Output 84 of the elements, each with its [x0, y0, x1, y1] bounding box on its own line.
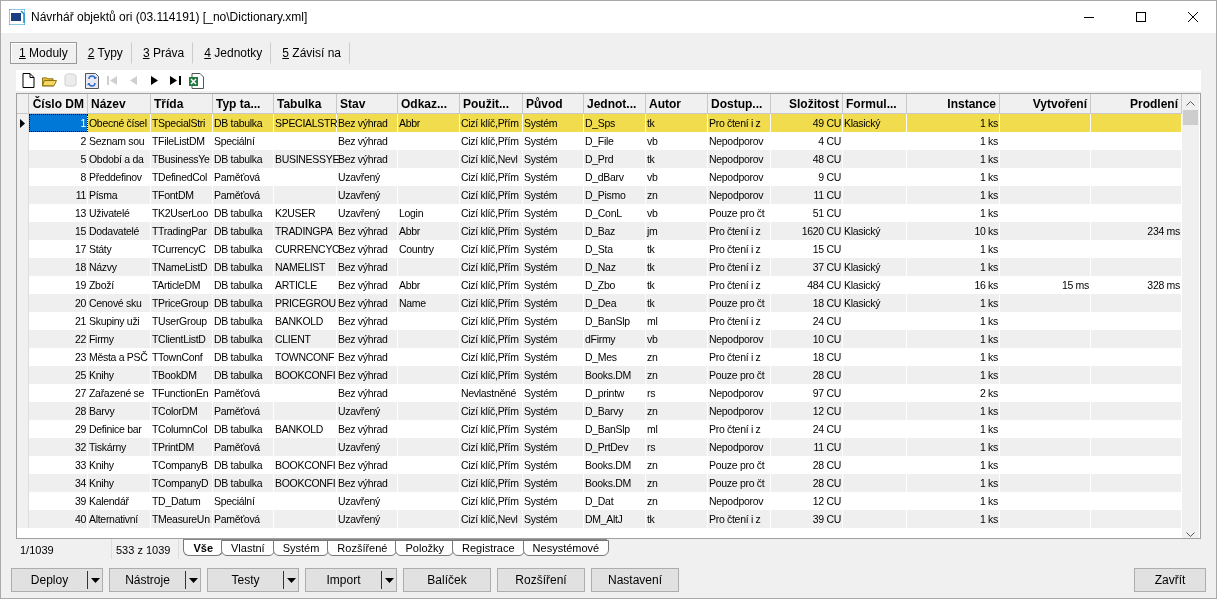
column-header[interactable]: Prodlení	[1091, 94, 1182, 114]
window-title: Návrhář objektů ori (03.114191) [_no\Dictionary.xml]	[31, 10, 309, 24]
table-cell: Cizí klíč,Nevl	[460, 510, 523, 528]
column-header[interactable]: Formul...	[843, 94, 907, 114]
table-cell: 1 ks	[907, 510, 1000, 528]
table-row[interactable]: 15 Dodavatelé TTradingPar DB tabulka TRADINGPA Bez výhrad Abbr Cizí klíč,Přím Systém D_Baz jm Pro čtení i z 1620 CU Klasický 10 ks 234 ms	[17, 222, 1182, 240]
column-header[interactable]: Použit...	[460, 94, 523, 114]
close-dialog-button[interactable]: Zavřít	[1134, 568, 1206, 592]
table-cell: DM_AltJ	[584, 510, 646, 528]
table-cell: 39 CU	[771, 510, 843, 528]
table-cell: Uzavřený	[337, 510, 398, 528]
tab[interactable]: 1 Moduly	[10, 42, 77, 64]
scroll-up-icon[interactable]	[1186, 100, 1195, 106]
table-cell: Paměťová	[213, 510, 274, 528]
spreadsheet-icon[interactable]	[189, 72, 204, 89]
column-header[interactable]: Stav	[337, 94, 398, 114]
column-header[interactable]: Instance	[907, 94, 1000, 114]
table-row[interactable]: 28 Barvy TColorDM Paměťová Uzavřený Cizí klíč,Přím Systém D_Barvy zn Nepodporov 12 CU 1 ks	[17, 402, 1182, 420]
close-icon[interactable]	[1188, 12, 1198, 22]
split-button[interactable]: Testy	[207, 568, 299, 592]
split-button[interactable]: Deploy	[11, 568, 103, 592]
table-row[interactable]: 11 Písma TFontDM Paměťová Uzavřený Cizí klíč,Přím Systém D_Pismo zn Nepodporov 11 CU 1 ks	[17, 186, 1182, 204]
filter-tab[interactable]: Nesystémové	[522, 540, 610, 556]
column-header[interactable]: Tabulka	[274, 94, 337, 114]
table-row[interactable]: 34 Knihy TCompanyD DB tabulka BOOKCONFI Bez výhrad Cizí klíč,Přím Systém Books.DM zn Pouze pro čt 28 CU 1 ks	[17, 474, 1182, 492]
table-cell: Pro čtení i z	[708, 510, 771, 528]
tab[interactable]: 5 Závisí na	[273, 42, 351, 64]
filter-tab[interactable]: Systém	[272, 540, 330, 556]
column-header[interactable]: Jednot...	[584, 94, 646, 114]
filter-tab[interactable]: Registrace	[452, 540, 525, 556]
filter-tab[interactable]: Vše	[183, 540, 223, 556]
column-header[interactable]: Typ ta...	[213, 94, 274, 114]
column-header[interactable]: Vytvoření	[1000, 94, 1091, 114]
maximize-icon[interactable]	[1136, 12, 1146, 22]
column-header[interactable]: Třída	[151, 94, 213, 114]
split-button[interactable]: Nástroje	[109, 568, 201, 592]
minimize-icon[interactable]	[1084, 16, 1094, 18]
column-header[interactable]: Dostup...	[708, 94, 771, 114]
table-cell: Alternativní	[88, 510, 151, 528]
action-button[interactable]: Rozšíření	[497, 568, 585, 592]
table-row[interactable]: 25 Knihy TBookDM DB tabulka BOOKCONFI Bez výhrad Cizí klíč,Přím Systém Books.DM zn Pouze pro čt 28 CU 1 ks	[17, 366, 1182, 384]
table-row[interactable]: 18 Názvy TNameListD DB tabulka NAMELIST Bez výhrad Cizí klíč,Přím Systém D_Naz tk Pro čtení i z 37 CU Klasický 1 ks	[17, 258, 1182, 276]
table-row[interactable]: 40 Alternativní TMeasureUn Paměťová Uzavřený Cizí klíč,Nevl Systém DM_AltJ tk Pro čtení i z 39 CU 1 ks	[17, 510, 1182, 528]
table-cell: Systém	[523, 510, 584, 528]
table-row[interactable]: 20 Cenové sku TPriceGroup DB tabulka PRICEGROU Bez výhrad Name Cizí klíč,Přím Systém D_Dea tk Pouze pro čt 18 CU Klasický 1 ks	[17, 294, 1182, 312]
table-cell: tk	[646, 510, 708, 528]
record-count: 533 z 1039	[112, 539, 180, 559]
table-row[interactable]: 32 Tiskárny TPrintDM Paměťová Uzavřený Cizí klíč,Přím Systém D_PrtDev rs Nepodporov 11 CU 1 ks	[17, 438, 1182, 456]
app-logo-icon	[9, 9, 25, 25]
tab[interactable]: 4 Jednotky	[195, 42, 272, 64]
column-header[interactable]: Číslo DM	[29, 94, 88, 114]
new-document-icon[interactable]	[22, 73, 35, 88]
tab[interactable]: 3 Práva	[133, 42, 194, 64]
last-record-icon[interactable]	[170, 76, 181, 85]
action-button[interactable]: Balíček	[403, 568, 491, 592]
table-cell: TMeasureUn	[151, 510, 213, 528]
row-indicator[interactable]	[17, 114, 29, 132]
table-row[interactable]: 19 Zboží TArticleDM DB tabulka ARTICLE Bez výhrad Abbr Cizí klíč,Přím Systém D_Zbo tk Pro čtení i z 484 CU Klasický 16 ks 15 ms 328 ms	[17, 276, 1182, 294]
column-header[interactable]: Složitost	[771, 94, 843, 114]
dropdown-caret-icon	[90, 577, 100, 583]
scroll-down-icon[interactable]	[1186, 532, 1195, 537]
filter-tab[interactable]: Vlastní	[221, 540, 275, 556]
column-header[interactable]: Autor	[646, 94, 708, 114]
filter-tab[interactable]: Rozšířené	[327, 540, 398, 556]
header-corner	[17, 94, 29, 114]
column-header[interactable]: Původ	[523, 94, 584, 114]
record-position: 1/1039	[16, 539, 112, 559]
table-cell: 1	[29, 114, 88, 132]
table-row[interactable]: 5 Období a da TBusinessYe DB tabulka BUSINESSYEBez výhrad Cizí klíč,Nevl Systém D_Prd tk Nepodporov 48 CU 1 ks	[17, 150, 1182, 168]
table-cell: 40	[29, 510, 88, 528]
dropdown-caret-icon	[286, 577, 296, 583]
scrollbar-thumb[interactable]	[1183, 110, 1198, 125]
action-button[interactable]: Nastavení	[591, 568, 679, 592]
tab[interactable]: 2 Typy	[78, 42, 132, 64]
filter-tab[interactable]: Položky	[395, 540, 454, 556]
table-row[interactable]: 22 Firmy TClientListD DB tabulka CLIENT Bez výhrad Cizí klíč,Přím Systém dFirmy vb Nepodporov 10 CU 1 ks	[17, 330, 1182, 348]
row-pointer-icon	[20, 118, 25, 128]
column-header[interactable]: Odkaz...	[398, 94, 460, 114]
dropdown-caret-icon	[188, 577, 198, 583]
column-header[interactable]: Název	[88, 94, 151, 114]
refresh-icon[interactable]	[84, 72, 99, 89]
dropdown-caret-icon	[384, 577, 394, 583]
next-record-icon[interactable]	[151, 76, 158, 85]
split-button[interactable]: Import	[305, 568, 397, 592]
